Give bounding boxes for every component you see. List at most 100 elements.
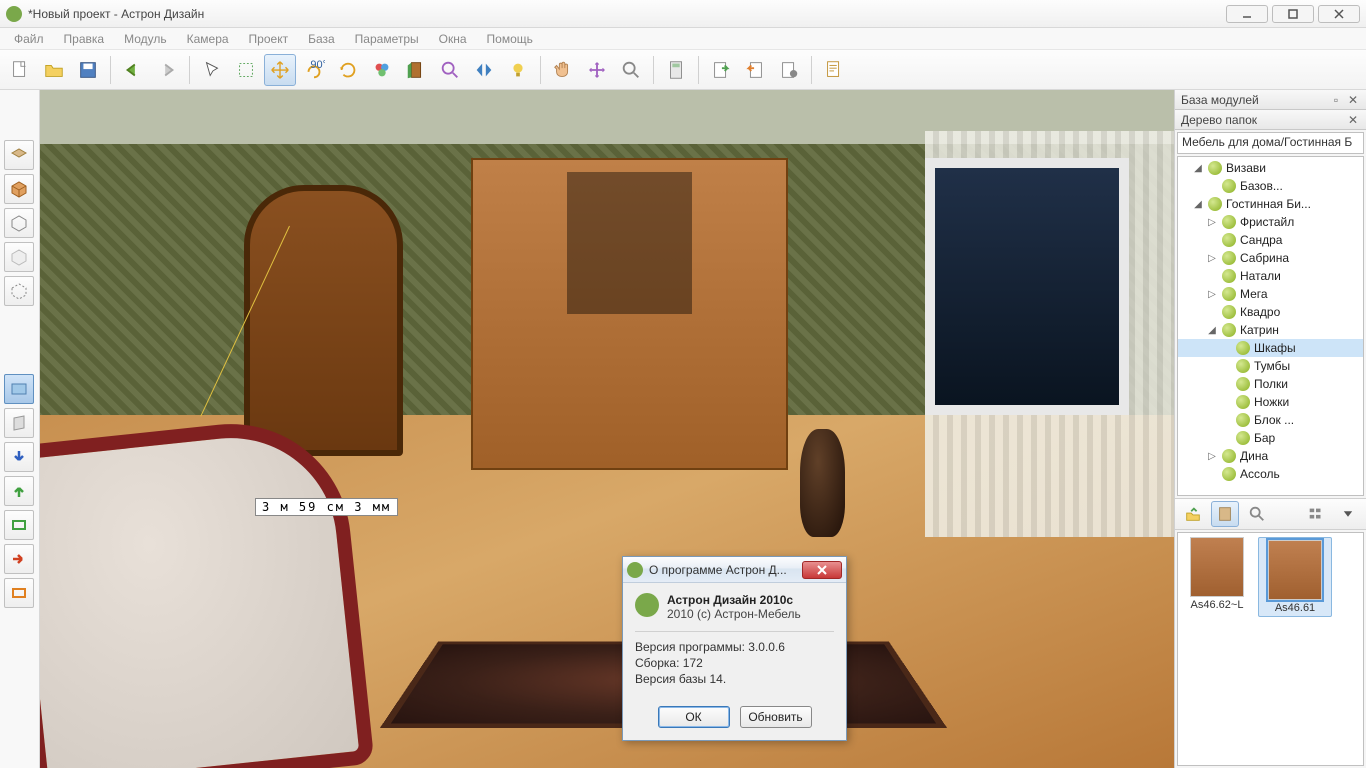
wall-front-icon[interactable] — [4, 374, 34, 404]
export-icon[interactable] — [705, 54, 737, 86]
view-ghost-icon[interactable] — [4, 242, 34, 272]
folder-icon — [1222, 233, 1236, 247]
materials-icon[interactable] — [366, 54, 398, 86]
3d-viewport[interactable]: 3 м 59 см 3 мм О программе Астрон Д... А… — [40, 90, 1174, 768]
arrow-right-red-icon[interactable] — [4, 544, 34, 574]
view-options-icon[interactable] — [1334, 501, 1362, 527]
tree-panel-header[interactable]: Дерево папок ✕ — [1175, 110, 1366, 130]
view-3d-icon[interactable] — [4, 174, 34, 204]
tree-item[interactable]: Натали — [1178, 267, 1363, 285]
scene — [40, 90, 1174, 768]
panel-close-icon[interactable]: ✕ — [1346, 93, 1360, 107]
panel-close-icon[interactable]: ✕ — [1346, 113, 1360, 127]
menu-camera[interactable]: Камера — [177, 30, 239, 48]
app-icon — [6, 6, 22, 22]
arrow-up-green-icon[interactable] — [4, 476, 34, 506]
menu-module[interactable]: Модуль — [114, 30, 177, 48]
dialog-close-button[interactable] — [802, 561, 842, 579]
pan-icon[interactable] — [547, 54, 579, 86]
tree-item[interactable]: Тумбы — [1178, 357, 1363, 375]
update-button[interactable]: Обновить — [740, 706, 812, 728]
tree-item[interactable]: ▷Фристайл — [1178, 213, 1363, 231]
menu-params[interactable]: Параметры — [345, 30, 429, 48]
settings-icon[interactable] — [773, 54, 805, 86]
calc-icon[interactable] — [660, 54, 692, 86]
tree-item[interactable]: Блок ... — [1178, 411, 1363, 429]
view-top-icon[interactable] — [4, 140, 34, 170]
folder-icon — [1222, 449, 1236, 463]
view-hidden-icon[interactable] — [4, 276, 34, 306]
tree-expander-icon[interactable]: ▷ — [1206, 253, 1218, 264]
menu-project[interactable]: Проект — [239, 30, 299, 48]
tree-item[interactable]: ◢Визави — [1178, 159, 1363, 177]
close-button[interactable] — [1318, 5, 1360, 23]
import-icon[interactable] — [739, 54, 771, 86]
menu-base[interactable]: База — [298, 30, 345, 48]
save-icon[interactable] — [72, 54, 104, 86]
report-icon[interactable] — [818, 54, 850, 86]
menu-edit[interactable]: Правка — [54, 30, 115, 48]
open-icon[interactable] — [38, 54, 70, 86]
tree-item[interactable]: Полки — [1178, 375, 1363, 393]
tree-item[interactable]: Квадро — [1178, 303, 1363, 321]
tree-item[interactable]: Ассоль — [1178, 465, 1363, 483]
arrow-down-blue-icon[interactable] — [4, 442, 34, 472]
thumbnail-item[interactable]: As46.62~L — [1182, 537, 1252, 617]
tree-expander-icon[interactable]: ▷ — [1206, 289, 1218, 300]
tree-expander-icon[interactable]: ▷ — [1206, 217, 1218, 228]
menu-file[interactable]: Файл — [4, 30, 54, 48]
view-wire-icon[interactable] — [4, 208, 34, 238]
menu-help[interactable]: Помощь — [477, 30, 543, 48]
tree-item[interactable]: Бар — [1178, 429, 1363, 447]
thumbnail-item[interactable]: As46.61 — [1258, 537, 1332, 617]
tree-item[interactable]: ▷Мега — [1178, 285, 1363, 303]
undo-icon[interactable] — [117, 54, 149, 86]
light-icon[interactable] — [502, 54, 534, 86]
view-list-icon[interactable] — [1302, 501, 1330, 527]
tree-item[interactable]: Шкафы — [1178, 339, 1363, 357]
tree-expander-icon[interactable]: ◢ — [1192, 163, 1204, 174]
move-icon[interactable] — [264, 54, 296, 86]
breadcrumb[interactable]: Мебель для дома/Гостинная Б — [1177, 132, 1364, 154]
rotate90-icon[interactable]: 90° — [298, 54, 330, 86]
minimize-button[interactable] — [1226, 5, 1268, 23]
separator — [811, 56, 812, 84]
folder-tree[interactable]: ◢ВизавиБазов...◢Гостинная Би...▷Фристайл… — [1177, 156, 1364, 496]
tree-item[interactable]: Сандра — [1178, 231, 1363, 249]
tree-item[interactable]: ◢Катрин — [1178, 321, 1363, 339]
folder-icon — [1222, 179, 1236, 193]
up-folder-icon[interactable] — [1179, 501, 1207, 527]
marquee-icon[interactable] — [230, 54, 262, 86]
redo-icon[interactable] — [151, 54, 183, 86]
dialog-titlebar[interactable]: О программе Астрон Д... — [623, 557, 846, 583]
modules-panel-header[interactable]: База модулей ▫ ✕ — [1175, 90, 1366, 110]
panel-pin-icon[interactable]: ▫ — [1329, 93, 1343, 107]
new-icon[interactable] — [4, 54, 36, 86]
tree-expander-icon[interactable]: ▷ — [1206, 451, 1218, 462]
view-large-icon[interactable] — [1211, 501, 1239, 527]
ok-button[interactable]: ОК — [658, 706, 730, 728]
svg-text:90°: 90° — [310, 59, 325, 71]
door-icon[interactable] — [400, 54, 432, 86]
maximize-button[interactable] — [1272, 5, 1314, 23]
magnify-icon[interactable] — [434, 54, 466, 86]
search-icon[interactable] — [1243, 501, 1271, 527]
orbit-icon[interactable] — [581, 54, 613, 86]
tree-expander-icon[interactable]: ◢ — [1206, 325, 1218, 336]
box-orange-icon[interactable] — [4, 578, 34, 608]
box-green-icon[interactable] — [4, 510, 34, 540]
zoom-icon[interactable] — [615, 54, 647, 86]
wall-side-icon[interactable] — [4, 408, 34, 438]
rotate-icon[interactable] — [332, 54, 364, 86]
tree-expander-icon[interactable]: ◢ — [1192, 199, 1204, 210]
tree-item[interactable]: Ножки — [1178, 393, 1363, 411]
select-icon[interactable] — [196, 54, 228, 86]
tree-item[interactable]: ▷Сабрина — [1178, 249, 1363, 267]
mirror-icon[interactable] — [468, 54, 500, 86]
thumbnail-list[interactable]: As46.62~LAs46.61 — [1177, 532, 1364, 766]
tree-item[interactable]: ◢Гостинная Би... — [1178, 195, 1363, 213]
menu-windows[interactable]: Окна — [429, 30, 477, 48]
tree-item[interactable]: ▷Дина — [1178, 447, 1363, 465]
folder-icon — [1208, 161, 1222, 175]
tree-item[interactable]: Базов... — [1178, 177, 1363, 195]
